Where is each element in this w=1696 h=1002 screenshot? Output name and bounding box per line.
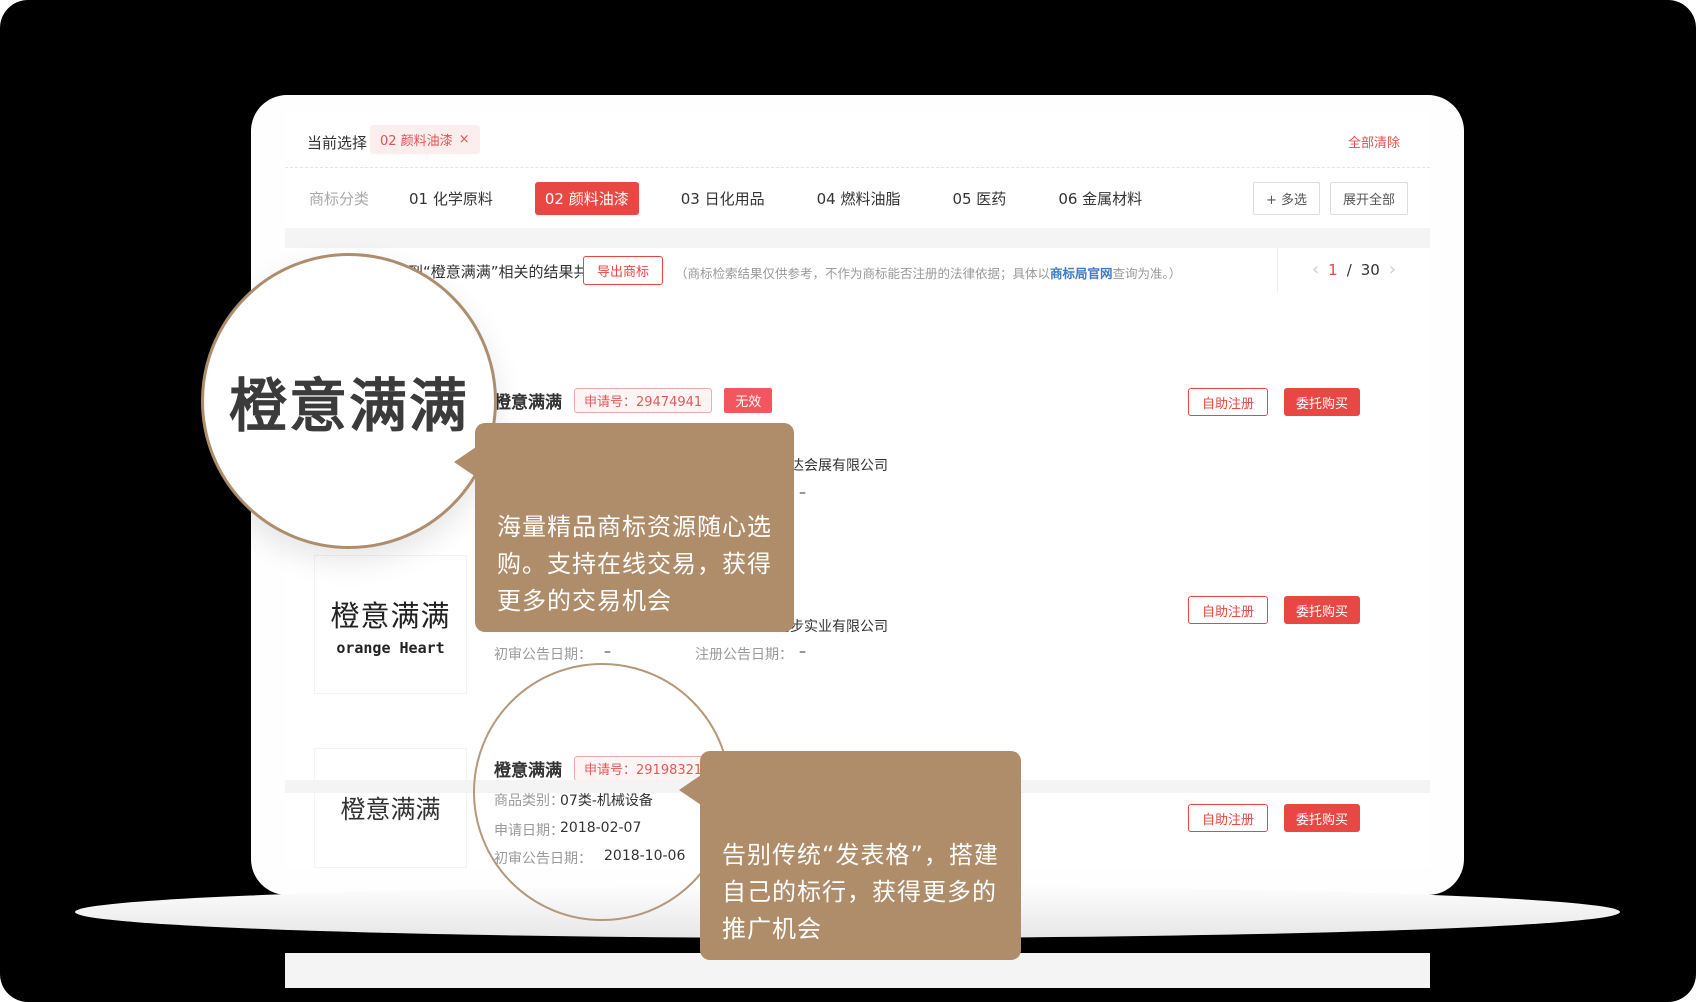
remove-filter-icon[interactable]: × <box>459 132 470 147</box>
category-item-06[interactable]: 06 金属材料 <box>1048 182 1152 215</box>
expand-all-button[interactable]: 展开全部 <box>1330 182 1408 215</box>
tooltip-arrow-icon <box>679 775 701 805</box>
selected-filter-tag[interactable]: 02 颜料油漆 × <box>370 125 480 154</box>
category-item-05[interactable]: 05 医药 <box>942 182 1016 215</box>
tooltip-text: 海量精品商标资源随心选 购。支持在线交易，获得 更多的交易机会 <box>497 513 772 615</box>
multi-select-button[interactable]: + 多选 <box>1253 182 1320 215</box>
disclaimer-pre: （商标检索结果仅供参考，不作为商标能否注册的法律依据；具体以 <box>675 266 1050 281</box>
selected-filter-tag-text: 02 颜料油漆 <box>380 130 453 149</box>
category-item-04[interactable]: 04 燃料油脂 <box>807 182 911 215</box>
page-separator: / <box>1347 261 1352 279</box>
trademark-name: 橙意满满 <box>494 388 562 413</box>
self-register-button[interactable]: 自助注册 <box>1188 388 1268 416</box>
section-divider <box>285 228 1430 248</box>
current-selection-label: 当前选择 <box>307 132 367 153</box>
results-header: 检索到“橙意满满”相关的结果共28个 导出商标 （商标检索结果仅供参考，不作为商… <box>285 248 1430 293</box>
marketing-tooltip: 海量精品商标资源随心选 购。支持在线交易，获得 更多的交易机会 <box>475 423 794 632</box>
row-actions: 自助注册 委托购买 <box>1188 804 1360 832</box>
trademark-image: 橙意满满 orange Heart <box>314 555 467 694</box>
magnifier-circle: 橙意满满 <box>201 253 497 549</box>
self-register-button[interactable]: 自助注册 <box>1188 804 1268 832</box>
total-pages: 30 <box>1361 261 1380 279</box>
tooltip-arrow-icon <box>454 447 476 477</box>
category-item-01[interactable]: 01 化学原料 <box>399 182 503 215</box>
trademark-office-link[interactable]: 商标局官网 <box>1050 266 1113 281</box>
self-register-button[interactable]: 自助注册 <box>1188 596 1268 624</box>
magnified-trademark-text: 橙意满满 <box>229 359 469 443</box>
tooltip-text: 告别传统“发表格”，搭建 自己的标行，获得更多的 推广机会 <box>722 841 999 943</box>
category-bar-label: 商标分类 <box>309 188 369 209</box>
current-selection-bar: 当前选择 02 颜料油漆 × 全部清除 <box>285 112 1430 168</box>
app-no-label: 申请号： <box>584 395 636 410</box>
trademark-image: 橙意满满 <box>314 748 467 868</box>
export-trademarks-button[interactable]: 导出商标 <box>583 256 663 285</box>
prev-page-icon[interactable]: ‹ <box>1312 261 1319 279</box>
clear-all-button[interactable]: 全部清除 <box>1348 132 1400 151</box>
screenshot-canvas: 当前选择 02 颜料油漆 × 全部清除 商标分类 01 化学原料 02 颜料油漆… <box>0 0 1696 1002</box>
row-actions: 自助注册 委托购买 <box>1188 388 1360 416</box>
next-page-icon[interactable]: › <box>1389 261 1396 279</box>
trademark-image-text: 橙意满满 <box>330 593 450 635</box>
current-page: 1 <box>1328 261 1338 279</box>
results-disclaimer: （商标检索结果仅供参考，不作为商标能否注册的法律依据；具体以商标局官网查询为准。… <box>675 263 1181 282</box>
reg-pub-value: – <box>799 485 806 501</box>
pagination: ‹ 1 / 30 › <box>1277 248 1430 292</box>
marketing-tooltip: 告别传统“发表格”，搭建 自己的标行，获得更多的 推广机会 <box>700 751 1021 960</box>
row-actions: 自助注册 委托购买 <box>1188 596 1360 624</box>
entrust-buy-button[interactable]: 委托购买 <box>1284 804 1360 832</box>
trademark-name-line: 橙意满满 申请号：29474941 无效 <box>494 388 772 413</box>
entrust-buy-button[interactable]: 委托购买 <box>1284 596 1360 624</box>
app-no-value: 29474941 <box>636 395 702 410</box>
first-pub-value: – <box>604 644 611 660</box>
table-row: 橙意满满 orange Heart 橙意满满 申请号：29482153 已注册 … <box>285 545 1430 705</box>
status-badge: 无效 <box>724 388 772 413</box>
entrust-buy-button[interactable]: 委托购买 <box>1284 388 1360 416</box>
reg-pub-value: – <box>799 644 806 660</box>
trademark-image-subtext: orange Heart <box>336 639 444 657</box>
application-number-tag: 申请号：29474941 <box>574 388 712 413</box>
first-pub-label: 初审公告日期： <box>494 644 592 664</box>
reg-pub-label: 注册公告日期： <box>695 644 793 664</box>
category-item-02-active[interactable]: 02 颜料油漆 <box>535 182 639 215</box>
trademark-image-text: 橙意满满 <box>340 790 440 826</box>
disclaimer-post: 查询为准。） <box>1113 266 1182 281</box>
category-item-03[interactable]: 03 日化用品 <box>671 182 775 215</box>
trademark-category-bar: 商标分类 01 化学原料 02 颜料油漆 03 日化用品 04 燃料油脂 05 … <box>285 168 1430 228</box>
